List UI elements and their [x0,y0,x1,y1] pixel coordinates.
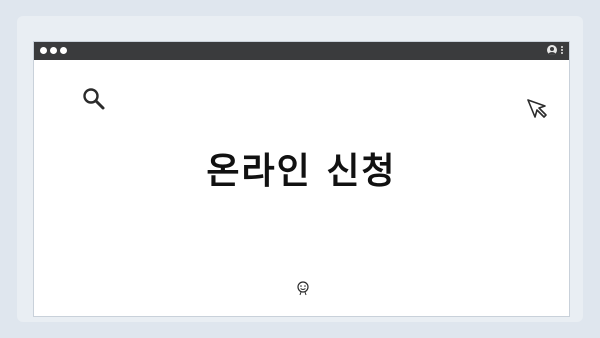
titlebar-actions [547,45,563,55]
cursor-arrow-icon [526,98,548,124]
smiley-face-icon [296,280,310,300]
window-controls [40,47,67,54]
minimize-dot[interactable] [50,47,57,54]
browser-window: 온라인 신청 [33,41,570,317]
close-dot[interactable] [40,47,47,54]
maximize-dot[interactable] [60,47,67,54]
kebab-menu-icon[interactable] [561,46,563,54]
window-titlebar [34,42,569,60]
page-headline: 온라인 신청 [206,151,397,192]
search-icon[interactable] [81,86,107,116]
user-icon[interactable] [547,45,557,55]
